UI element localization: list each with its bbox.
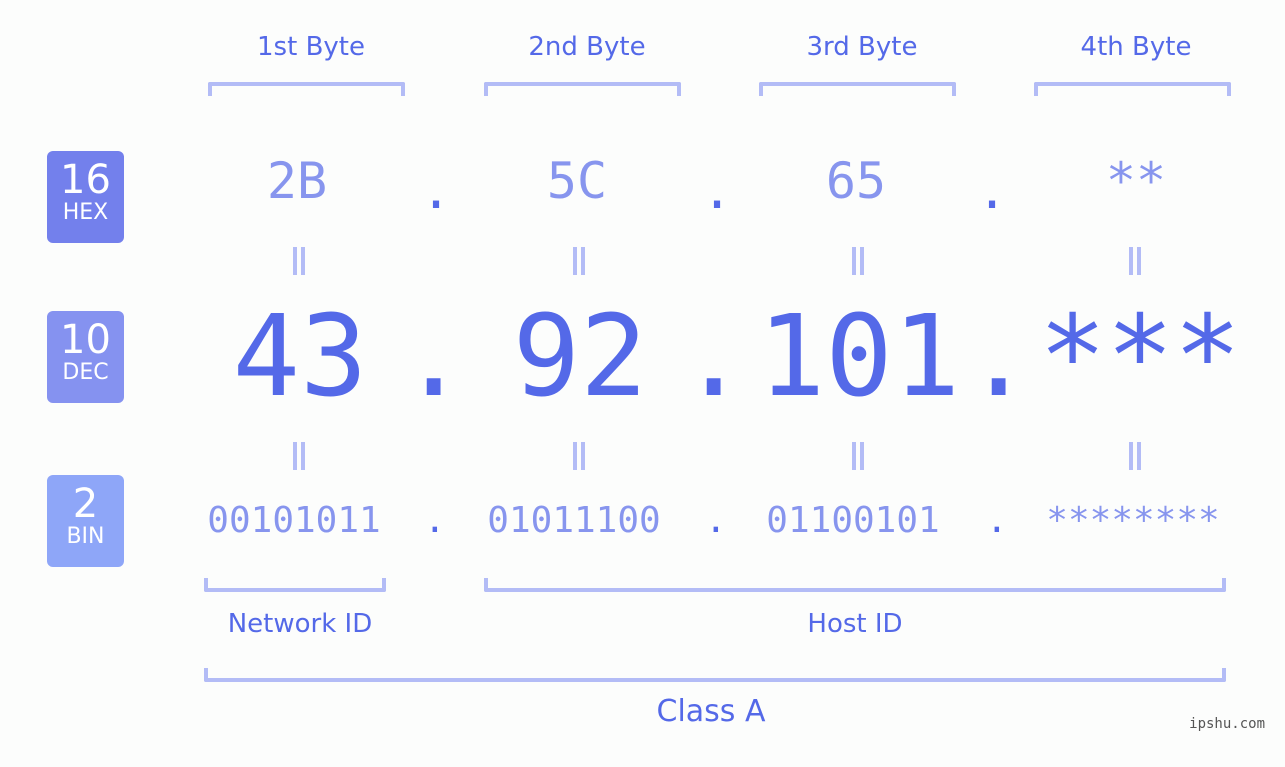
bin-separator-3: . (986, 500, 1008, 541)
network-id-label: Network ID (227, 609, 373, 639)
hex-separator-3: . (977, 162, 1008, 220)
class-label: Class A (656, 694, 766, 729)
bin-value-4: ******** (1046, 500, 1220, 541)
byte-label-2: 2nd Byte (528, 32, 646, 62)
dec-value-1: 43 (232, 292, 368, 422)
hex-badge: 16 HEX (47, 151, 124, 243)
bin-separator-2: . (705, 500, 727, 541)
class-bracket (204, 668, 1226, 682)
hex-badge-base: 16 (60, 157, 111, 203)
equals-icon (569, 247, 589, 275)
hex-separator-1: . (421, 162, 452, 220)
byte-label-4: 4th Byte (1080, 32, 1192, 62)
bin-value-2: 01011100 (487, 500, 661, 541)
byte-label-3: 3rd Byte (806, 32, 918, 62)
bin-badge-base: 2 (72, 481, 99, 527)
hex-badge-label: HEX (62, 200, 109, 225)
dec-separator-1: . (400, 292, 468, 422)
equals-icon (289, 442, 309, 470)
byte-label-1: 1st Byte (257, 32, 365, 62)
dec-separator-3: . (965, 292, 1033, 422)
network-id-bracket (204, 578, 386, 592)
bin-separator-1: . (424, 500, 446, 541)
equals-icon (848, 442, 868, 470)
byte-bracket-1 (208, 82, 405, 96)
byte-bracket-2 (484, 82, 681, 96)
dec-value-2: 92 (512, 292, 648, 422)
equals-icon (289, 247, 309, 275)
equals-icon (569, 442, 589, 470)
watermark: ipshu.com (1189, 716, 1265, 732)
hex-value-3: 65 (825, 152, 887, 210)
host-id-bracket (484, 578, 1226, 592)
host-id-label: Host ID (807, 609, 903, 639)
dec-badge-label: DEC (62, 360, 109, 385)
equals-icon (1125, 247, 1145, 275)
hex-value-1: 2B (266, 152, 328, 210)
dec-value-3: 101 (757, 292, 961, 422)
bin-badge: 2 BIN (47, 475, 124, 567)
equals-icon (848, 247, 868, 275)
dec-badge-base: 10 (60, 317, 111, 363)
bin-value-1: 00101011 (207, 500, 381, 541)
hex-value-2: 5C (546, 152, 608, 210)
hex-value-4: ** (1105, 152, 1167, 210)
bin-badge-label: BIN (66, 524, 105, 549)
dec-badge: 10 DEC (47, 311, 124, 403)
dec-value-4: *** (1038, 292, 1242, 422)
byte-bracket-3 (759, 82, 956, 96)
byte-bracket-4 (1034, 82, 1231, 96)
bin-value-3: 01100101 (766, 500, 940, 541)
dec-separator-2: . (680, 292, 748, 422)
hex-separator-2: . (702, 162, 733, 220)
equals-icon (1125, 442, 1145, 470)
